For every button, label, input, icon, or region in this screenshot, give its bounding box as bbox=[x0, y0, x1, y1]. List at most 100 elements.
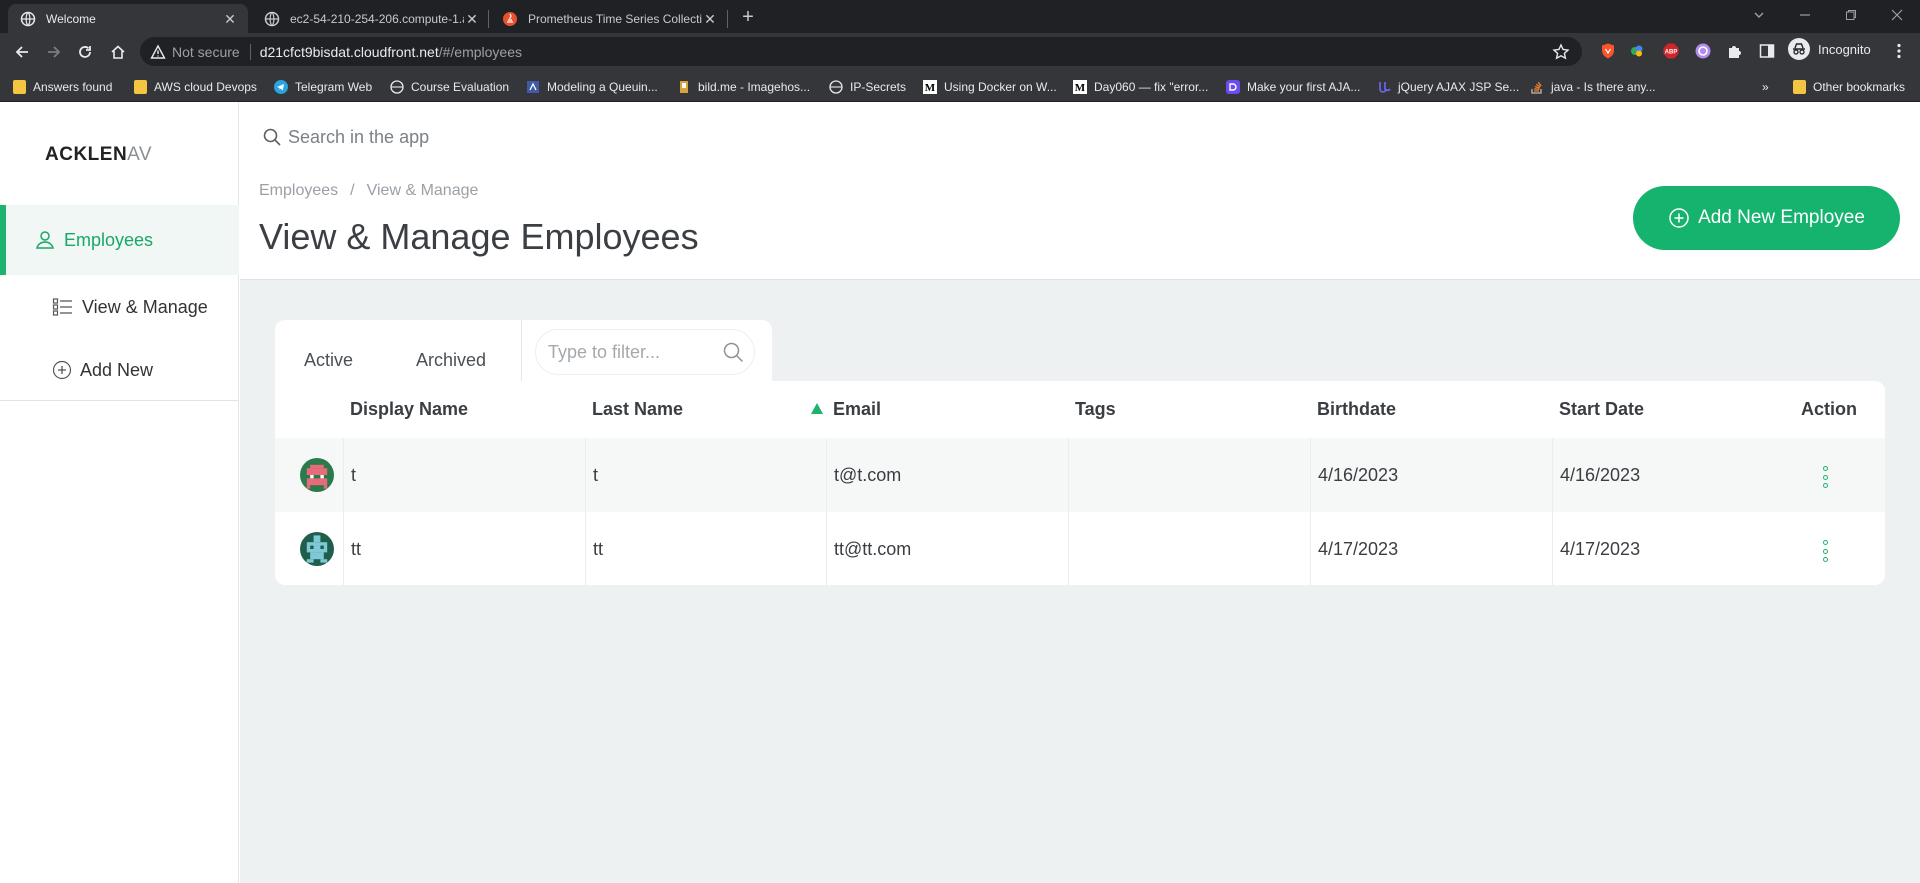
browser-tab-ec2[interactable]: ec2-54-210-254-206.compute-1.a ✕ bbox=[252, 4, 490, 33]
cell-last-name: t bbox=[585, 438, 827, 512]
bookmark-using-docker[interactable]: M Using Docker on W... bbox=[923, 78, 1057, 96]
globe-icon bbox=[20, 11, 36, 26]
close-icon[interactable]: ✕ bbox=[222, 11, 238, 27]
other-bookmarks[interactable]: Other bookmarks bbox=[1793, 78, 1905, 96]
column-email[interactable]: Email bbox=[833, 399, 881, 420]
extension-colorful-icon[interactable] bbox=[1628, 42, 1646, 60]
bookmark-course-evaluation[interactable]: Course Evaluation bbox=[390, 78, 509, 96]
tab-active[interactable]: Active bbox=[304, 350, 353, 371]
filter-placeholder: Type to filter... bbox=[548, 341, 661, 362]
prometheus-icon bbox=[503, 11, 517, 26]
bookmark-jquery-ajax[interactable]: jQuery AJAX JSP Se... bbox=[1377, 78, 1519, 96]
table-row[interactable]: tt tt tt@tt.com 4/17/2023 4/17/2023 bbox=[275, 512, 1885, 586]
folder-icon bbox=[13, 80, 26, 94]
restore-icon[interactable] bbox=[1828, 0, 1874, 30]
puzzle-icon[interactable] bbox=[1726, 42, 1744, 60]
bookmark-label: Day060 — fix "error... bbox=[1094, 80, 1209, 94]
tab-archived[interactable]: Archived bbox=[416, 350, 486, 371]
home-icon[interactable] bbox=[106, 40, 130, 64]
bookmark-first-ajax[interactable]: Make your first AJA... bbox=[1226, 78, 1360, 96]
row-actions-menu-icon[interactable] bbox=[1822, 466, 1828, 488]
forward-arrow-icon[interactable] bbox=[42, 40, 66, 64]
browser-tab-prometheus[interactable]: Prometheus Time Series Collectio ✕ bbox=[490, 4, 728, 33]
logo[interactable]: ACKLENAV bbox=[45, 144, 152, 166]
bookmark-label: Course Evaluation bbox=[411, 80, 510, 94]
profile-label: Incognito bbox=[1818, 41, 1871, 57]
app-root: ACKLENAV Employees View & Manage Add New… bbox=[0, 102, 1920, 883]
site-icon bbox=[1226, 80, 1240, 94]
sort-ascending-icon[interactable] bbox=[811, 403, 823, 414]
side-panel-icon[interactable] bbox=[1758, 42, 1776, 60]
folder-icon bbox=[134, 80, 147, 94]
sidebar-item-employees[interactable]: Employees bbox=[0, 205, 239, 275]
bookmark-modeling-queuing[interactable]: Modeling a Queuin... bbox=[526, 78, 658, 96]
address-divider bbox=[249, 43, 251, 60]
cell-start-date: 4/17/2023 bbox=[1552, 512, 1794, 586]
bookmark-label: Make your first AJA... bbox=[1247, 80, 1361, 94]
filter-input[interactable]: Type to filter... bbox=[535, 329, 755, 375]
row-actions-menu-icon[interactable] bbox=[1822, 540, 1828, 562]
cell-display-name: tt bbox=[343, 512, 585, 586]
back-arrow-icon[interactable] bbox=[10, 40, 34, 64]
bookmark-label: IP-Secrets bbox=[850, 80, 907, 94]
column-display-name[interactable]: Display Name bbox=[350, 399, 468, 420]
close-icon[interactable]: ✕ bbox=[702, 11, 718, 27]
svg-text:M: M bbox=[925, 82, 936, 94]
bookmark-telegram-web[interactable]: Telegram Web bbox=[274, 78, 372, 96]
column-start-date[interactable]: Start Date bbox=[1559, 399, 1644, 420]
sidebar-divider bbox=[0, 400, 239, 401]
sidebar-item-view-manage[interactable]: View & Manage bbox=[52, 293, 208, 321]
bookmark-day060[interactable]: M Day060 — fix "error... bbox=[1073, 78, 1208, 96]
tab-divider bbox=[521, 320, 522, 382]
bookmark-aws-cloud-devops[interactable]: AWS cloud Devops bbox=[134, 78, 257, 96]
new-tab-button[interactable]: + bbox=[736, 6, 760, 30]
globe-icon bbox=[264, 11, 280, 26]
list-icon bbox=[52, 298, 72, 316]
site-icon bbox=[1379, 82, 1391, 93]
column-tags[interactable]: Tags bbox=[1075, 399, 1116, 420]
brave-shield-icon[interactable] bbox=[1599, 42, 1617, 60]
chrome-menu-icon[interactable] bbox=[1890, 42, 1908, 60]
bookmark-label: Answers found bbox=[33, 80, 113, 94]
bookmarks-bar: Answers found AWS cloud Devops Telegram … bbox=[0, 71, 1920, 102]
profile-button[interactable]: Incognito bbox=[1788, 37, 1871, 61]
breadcrumb-view-manage[interactable]: View & Manage bbox=[367, 182, 479, 200]
sidebar-item-label: View & Manage bbox=[82, 296, 208, 317]
tab-title: Prometheus Time Series Collectio bbox=[528, 11, 702, 26]
cell-birthdate: 4/16/2023 bbox=[1310, 438, 1552, 512]
search-input[interactable]: Search in the app bbox=[288, 127, 429, 148]
avatar bbox=[300, 532, 334, 566]
column-birthdate[interactable]: Birthdate bbox=[1317, 399, 1396, 420]
bookmark-java[interactable]: java - Is there any... bbox=[1530, 78, 1656, 96]
bookmark-label: bild.me - Imagehos... bbox=[698, 80, 811, 94]
column-last-name[interactable]: Last Name bbox=[592, 399, 683, 420]
bookmark-bild-me[interactable]: bild.me - Imagehos... bbox=[677, 78, 810, 96]
bookmarks-overflow-button[interactable]: » bbox=[1762, 78, 1769, 96]
employees-table: Display Name Last Name Email Tags Birthd… bbox=[275, 381, 1885, 586]
tab-search-icon[interactable] bbox=[1736, 0, 1782, 30]
bookmark-answers-found[interactable]: Answers found bbox=[13, 78, 112, 96]
bookmark-ip-secrets[interactable]: IP-Secrets bbox=[829, 78, 906, 96]
extension-circle-icon[interactable] bbox=[1694, 42, 1712, 60]
close-icon[interactable]: ✕ bbox=[464, 11, 480, 27]
reload-icon[interactable] bbox=[73, 40, 97, 64]
cell-tags bbox=[1068, 438, 1310, 512]
url-path: /#/employees bbox=[438, 43, 522, 60]
add-new-employee-button[interactable]: Add New Employee bbox=[1633, 186, 1900, 250]
breadcrumb-employees[interactable]: Employees bbox=[259, 182, 338, 200]
sidebar-item-label: Employees bbox=[64, 229, 154, 250]
table-row[interactable]: t t t@t.com 4/16/2023 4/16/2023 bbox=[275, 438, 1885, 512]
cell-email: t@t.com bbox=[826, 438, 1068, 512]
tab-separator bbox=[488, 10, 489, 28]
sidebar-item-add-new[interactable]: Add New bbox=[52, 356, 153, 384]
adblock-plus-icon[interactable]: ABP bbox=[1662, 42, 1680, 60]
column-action: Action bbox=[1801, 399, 1857, 419]
sidebar: ACKLENAV Employees View & Manage Add New bbox=[0, 102, 239, 883]
address-bar[interactable]: Not secure d21cfct9bisdat.cloudfront.net… bbox=[140, 37, 1582, 66]
close-window-icon[interactable] bbox=[1874, 0, 1920, 30]
tab-separator bbox=[727, 10, 728, 28]
minimize-icon[interactable] bbox=[1782, 0, 1828, 30]
star-icon[interactable] bbox=[1552, 43, 1570, 61]
app-search-bar[interactable]: Search in the app bbox=[240, 102, 1920, 172]
browser-tab-welcome[interactable]: Welcome ✕ bbox=[8, 4, 248, 33]
